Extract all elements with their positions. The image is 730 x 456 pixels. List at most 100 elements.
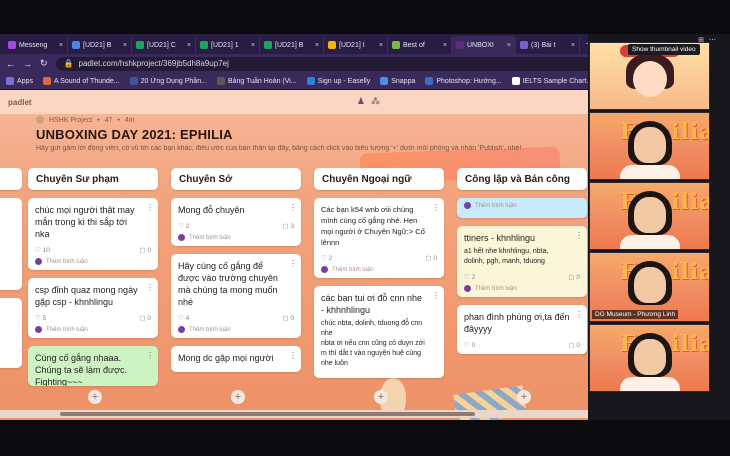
avatar — [321, 266, 328, 273]
add-comment[interactable]: Thêm bình luận — [464, 285, 580, 292]
close-icon[interactable]: × — [379, 42, 383, 49]
screen: Messeng × [UD21] B × [UD21] C × [UD21] 1 × [… — [0, 0, 730, 456]
comment-count[interactable]: ▢ 0 — [139, 314, 151, 322]
cartoon-avatar — [633, 61, 667, 97]
post-card[interactable]: ⋮ Cùng cố gắng nhaaa. Chúng ta sẽ làm đư… — [28, 346, 158, 386]
close-icon[interactable]: × — [571, 42, 575, 49]
post-time: 4m — [124, 116, 135, 124]
tab-ud21-2[interactable]: [UD21] C × — [132, 36, 196, 54]
reload-icon[interactable]: ↻ — [40, 58, 48, 69]
bookmark-sound-of-thunder[interactable]: A Sound of Thunde... — [42, 77, 120, 85]
more-icon[interactable]: ⋮ — [146, 283, 154, 292]
comment-count[interactable]: ▢ 0 — [139, 246, 151, 254]
post-card[interactable]: ⋮ phan đình phùng ơi,ta đến đâyyyy ♡ 0 ▢… — [457, 305, 587, 354]
post-card[interactable]: ⋮ csp đỉnh quaz mong ngày gặp csp - khnh… — [28, 278, 158, 338]
more-icon[interactable]: ⋮ — [289, 203, 297, 212]
video-tile-participant[interactable]: Ephilia DG Museum - Phương Linh — [589, 252, 710, 322]
column-partial-left — [0, 168, 22, 368]
close-icon[interactable]: × — [251, 42, 255, 49]
post-actions: ♡ 2 ▢ 3 — [178, 222, 294, 230]
video-tile-participant[interactable]: Ephilia — [589, 182, 710, 250]
like-button[interactable]: ♡ 2 — [321, 254, 332, 262]
tab-best-of[interactable]: Best of × — [388, 36, 452, 54]
docs-icon — [72, 41, 80, 49]
post-card[interactable]: ⋮ Hãy cùng cố gắng để được vào trường ch… — [171, 254, 301, 338]
comment-count[interactable]: ▢ 0 — [282, 314, 294, 322]
add-post-button[interactable]: + — [231, 390, 245, 404]
video-tile-participant[interactable]: Ephilia — [589, 324, 710, 392]
bookmark-20-ung-dung[interactable]: 20 Ứng Dụng Phần... — [129, 77, 207, 85]
like-button[interactable]: ♡ 4 — [178, 314, 189, 322]
tab-ud21-5[interactable]: [UD21] I × — [324, 36, 388, 54]
post-card[interactable]: ⋮ ttiners - khnhlingu a1 hết nhe khnhlin… — [457, 226, 587, 297]
post-card[interactable]: ⋮ các bạn tui ơi đỗ cnn nhe - khhnhlingu… — [314, 286, 444, 378]
close-icon[interactable]: × — [507, 42, 511, 49]
back-icon[interactable]: ← — [6, 59, 15, 69]
tab-ud21-1[interactable]: [UD21] B × — [68, 36, 132, 54]
tab-unboxing[interactable]: UNBOXI × — [452, 36, 516, 54]
tab-ud21-4[interactable]: [UD21] B × — [260, 36, 324, 54]
more-icon[interactable]: ⋮ — [146, 351, 154, 360]
close-icon[interactable]: × — [315, 42, 319, 49]
participant-face — [634, 197, 666, 233]
tab-bai-tap[interactable]: (3) Bài t × — [516, 36, 580, 54]
post-actions: ♡ 5 ▢ 0 — [35, 314, 151, 322]
more-icon[interactable]: ⋯ — [709, 36, 716, 46]
padlet-logo[interactable]: padlet — [8, 98, 32, 107]
column-header — [0, 168, 22, 190]
like-button[interactable]: ♡ 5 — [35, 314, 46, 322]
bookmark-easelly[interactable]: Sign up - Easelly — [306, 77, 370, 85]
like-button[interactable]: ♡ 10 — [35, 246, 50, 254]
add-post-button[interactable]: + — [517, 390, 531, 404]
more-icon[interactable]: ⋮ — [575, 310, 583, 319]
bookmark-apps[interactable]: Apps — [6, 77, 33, 85]
comment-count[interactable]: ▢ 0 — [425, 254, 437, 262]
close-icon[interactable]: × — [443, 42, 447, 49]
more-icon[interactable]: ⋮ — [146, 203, 154, 212]
close-icon[interactable]: × — [123, 42, 127, 49]
more-icon[interactable]: ⋮ — [432, 291, 440, 300]
post-actions: ♡ 2 ▢ 0 — [464, 273, 580, 281]
close-icon[interactable]: × — [187, 42, 191, 49]
avatar — [178, 326, 185, 333]
tab-ud21-3[interactable]: [UD21] 1 × — [196, 36, 260, 54]
user-icon[interactable]: ♟ — [357, 96, 365, 107]
add-comment[interactable]: Thêm bình luận — [178, 234, 294, 241]
add-comment[interactable]: Thêm bình luận — [321, 266, 437, 273]
scrollbar-thumb[interactable] — [60, 412, 475, 416]
add-comment[interactable]: Thêm bình luận — [35, 326, 151, 333]
post-card[interactable]: ⋮ chúc mọi người thật may mắn trong kì t… — [28, 198, 158, 270]
post-text: Hãy cùng cố gắng để được vào trường chuy… — [178, 261, 278, 307]
like-button[interactable]: ♡ 2 — [464, 273, 475, 281]
more-icon[interactable]: ⋮ — [289, 259, 297, 268]
comment-count[interactable]: ▢ 0 — [568, 341, 580, 349]
bookmark-snappa[interactable]: Snappa — [380, 77, 415, 85]
comment-count[interactable]: ▢ 0 — [568, 273, 580, 281]
post-card[interactable]: ⋮ Các bạn k54 wnb ơiii chúng mình cùng c… — [314, 198, 444, 278]
forward-icon[interactable]: → — [23, 59, 32, 69]
video-tile-participant[interactable]: Ephilia — [589, 112, 710, 180]
more-icon[interactable]: ⋮ — [289, 351, 297, 360]
post-card[interactable] — [0, 198, 22, 290]
post-card[interactable]: Thêm bình luận — [457, 198, 587, 218]
bookmark-photoshop[interactable]: Photoshop: Hướng... — [425, 77, 502, 85]
add-comment[interactable]: Thêm bình luận — [178, 326, 294, 333]
bookmark-ielts[interactable]: IELTS Sample Chart... — [511, 77, 592, 85]
like-button[interactable]: ♡ 0 — [464, 341, 475, 349]
post-card[interactable]: ⋮ Mong đỗ chuyên ♡ 2 ▢ 3 Thêm bình luận — [171, 198, 301, 246]
close-icon[interactable]: × — [59, 42, 63, 49]
more-icon[interactable]: ⋮ — [575, 231, 583, 240]
comment-count[interactable]: ▢ 3 — [282, 222, 294, 230]
add-post-button[interactable]: + — [88, 390, 102, 404]
add-comment[interactable]: Thêm bình luận — [35, 258, 151, 265]
post-card[interactable] — [0, 298, 22, 368]
column-header: Chuyên Sư phạm — [28, 168, 158, 190]
tab-messenger[interactable]: Messeng × — [4, 36, 68, 54]
more-icon[interactable]: ⋮ — [432, 203, 440, 212]
like-button[interactable]: ♡ 2 — [178, 222, 189, 230]
add-post-button[interactable]: + — [374, 390, 388, 404]
remix-icon[interactable]: ⁂ — [371, 96, 380, 107]
add-comment[interactable]: Thêm bình luận — [464, 202, 580, 209]
bookmark-bang-tuan-hoan[interactable]: Bảng Tuần Hoàn (Vi... — [216, 77, 297, 85]
post-card[interactable]: ⋮ Mong dc gặp mọi người — [171, 346, 301, 372]
